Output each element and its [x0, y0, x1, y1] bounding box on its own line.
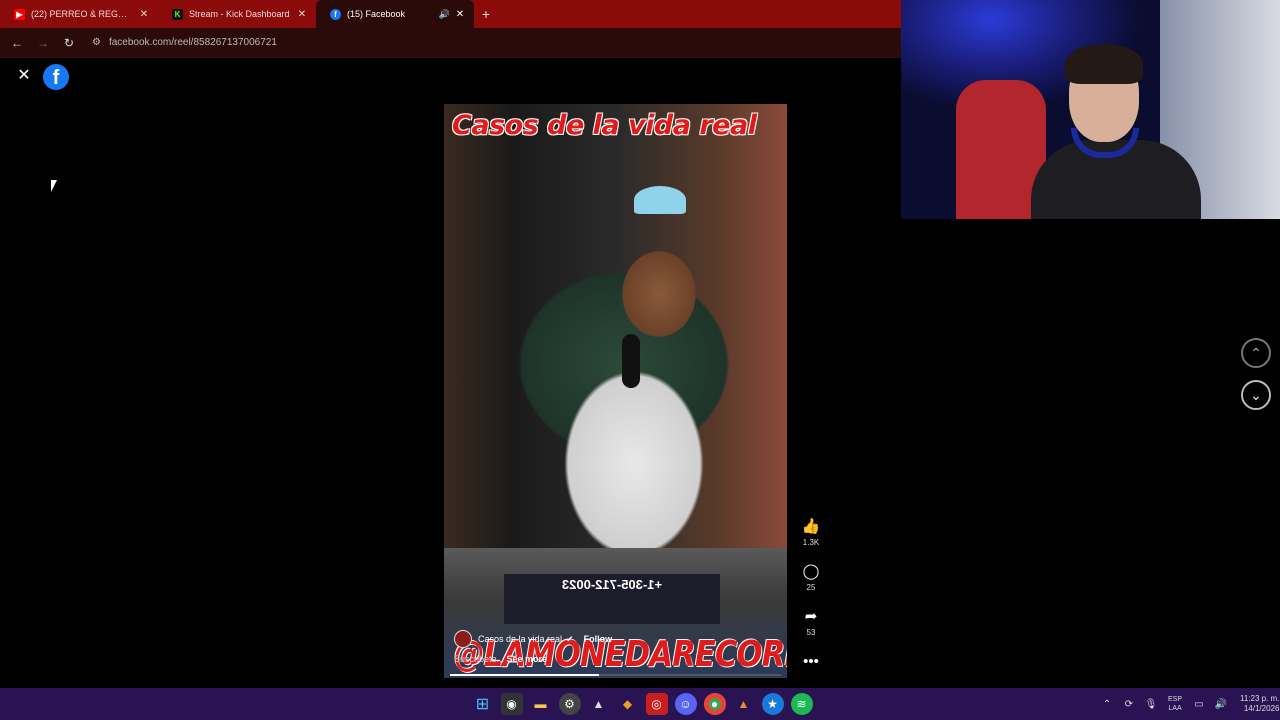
obs-icon[interactable]: ◉ [500, 693, 523, 715]
share-icon: ➦ [804, 608, 818, 625]
microphone-icon[interactable]: 🎙 [1142, 699, 1160, 710]
url-text: facebook.com/reel/858267137006721 [108, 37, 277, 48]
more-options-button[interactable]: ••• [796, 651, 826, 671]
taskbar: ⊞ ◉ ▬ ⚙ ▲ ◆ ◎ ☺ ● ▲ ★ ≋ ⌃ ⟳ 🎙 ESP LAA ▭ … [0, 688, 1280, 720]
speaker-icon[interactable]: 🔊 [439, 9, 450, 20]
person-hair-shape [1065, 44, 1143, 84]
follow-button[interactable]: Follow [584, 634, 613, 644]
url-field[interactable]: ⚙ facebook.com/reel/858267137006721 [92, 37, 277, 48]
comment-button[interactable]: ◯ 25 [796, 561, 826, 592]
comment-icon: ◯ [802, 563, 820, 580]
verified-icon: ✔ [566, 633, 574, 644]
volume-icon[interactable]: 🔊 [1212, 699, 1230, 710]
microphone-shape [622, 334, 640, 388]
clock-date: 14/1/2026 [1243, 704, 1280, 713]
facebook-reel-page: ✕ f Casos de la vida real +1-305-712-002… [0, 58, 901, 688]
new-tab-button[interactable]: + [474, 0, 498, 28]
sync-icon[interactable]: ⟳ [1120, 699, 1138, 710]
lang-code: ESP [1168, 696, 1183, 703]
windows-start-icon[interactable]: ⊞ [472, 693, 494, 715]
share-button[interactable]: ➦ 53 [796, 606, 826, 637]
file-explorer-icon[interactable]: ▬ [530, 693, 552, 715]
tab-title: (22) PERREO & REGGAETON O [31, 9, 134, 19]
taskbar-apps: ⊞ ◉ ▬ ⚙ ▲ ◆ ◎ ☺ ● ▲ ★ ≋ [468, 688, 816, 720]
youtube-icon: ▶ [14, 8, 25, 20]
caption-text: Suscribete... [454, 654, 505, 664]
video-overlay-title: Casos de la vida real [452, 110, 757, 141]
close-tab-icon[interactable]: ✕ [454, 9, 466, 20]
facebook-icon: f [330, 8, 341, 20]
webcam-feed [901, 0, 1280, 219]
like-count: 1.3K [802, 538, 820, 547]
back-button[interactable]: ← [6, 32, 28, 54]
reel-author[interactable]: Casos de la vida real ✔ Follow [454, 630, 612, 648]
see-more-link[interactable]: See more [507, 654, 548, 664]
display-icon[interactable]: ▭ [1190, 699, 1208, 710]
facebook-logo[interactable]: f [43, 64, 69, 90]
close-icon[interactable]: ✕ [16, 68, 32, 84]
progress-fill [450, 674, 599, 676]
tab-kick[interactable]: K Stream - Kick Dashboard ✕ [158, 0, 316, 28]
reel-caption: Suscribete... See more [454, 654, 547, 664]
language-indicator[interactable]: ESP LAA [1168, 695, 1182, 713]
previous-reel-button[interactable]: ⌃ [1241, 338, 1271, 368]
banner-phone: +1-305-712-0023 [504, 574, 720, 624]
address-bar: ← → ↻ ⚙ facebook.com/reel/85826713700672… [0, 28, 901, 58]
close-tab-icon[interactable]: ✕ [296, 9, 308, 20]
reel-video[interactable]: Casos de la vida real +1-305-712-0023 @L… [444, 104, 787, 678]
kick-icon: K [172, 8, 183, 20]
app-shield-icon[interactable]: ◆ [617, 693, 639, 715]
tab-youtube[interactable]: ▶ (22) PERREO & REGGAETON O ✕ [0, 0, 158, 28]
reel-actions: 👍 1.3K ◯ 25 ➦ 53 ••• [796, 516, 826, 685]
chevron-up-icon[interactable]: ⌃ [1098, 699, 1116, 710]
app-red-icon[interactable]: ◎ [645, 693, 668, 715]
site-info-icon[interactable]: ⚙ [92, 37, 101, 48]
app-triangle-icon[interactable]: ▲ [588, 693, 610, 715]
system-tray: ⌃ ⟳ 🎙 ESP LAA ▭ 🔊 11:23 p. m. 14/1/2026 [1096, 688, 1280, 720]
lang-layout: LAA [1168, 705, 1182, 712]
like-button[interactable]: 👍 1.3K [796, 516, 826, 547]
discord-icon[interactable]: ☺ [674, 693, 697, 715]
video-progress-bar[interactable] [450, 674, 781, 676]
share-count: 53 [806, 628, 816, 637]
steam-icon[interactable]: ⚙ [558, 693, 581, 715]
close-tab-icon[interactable]: ✕ [138, 9, 150, 20]
thumbs-up-icon: 👍 [801, 518, 821, 535]
next-reel-button[interactable]: ⌄ [1241, 380, 1271, 410]
tab-title: (15) Facebook [347, 9, 406, 19]
tab-facebook[interactable]: f (15) Facebook 🔊 ✕ [316, 0, 474, 28]
avatar[interactable] [454, 630, 472, 648]
tab-strip: ▶ (22) PERREO & REGGAETON O ✕ K Stream -… [0, 0, 901, 28]
forward-button[interactable]: → [32, 32, 54, 54]
comment-count: 25 [806, 583, 816, 592]
mouse-cursor-icon [51, 180, 57, 192]
video-banner: +1-305-712-0023 @LAMONEDARECORD Casos de… [444, 548, 787, 678]
cap-shape [634, 186, 686, 214]
author-name[interactable]: Casos de la vida real [478, 634, 562, 644]
spotify-icon[interactable]: ≋ [790, 693, 813, 715]
chrome-icon[interactable]: ● [703, 693, 726, 715]
vlc-icon[interactable]: ▲ [733, 693, 755, 715]
tab-title: Stream - Kick Dashboard [189, 9, 290, 19]
more-icon: ••• [803, 652, 819, 670]
video-frame [444, 104, 787, 548]
clock[interactable]: 11:23 p. m. 14/1/2026 [1240, 694, 1279, 714]
app-blue-icon[interactable]: ★ [761, 693, 784, 715]
clock-time: 11:23 p. m. [1240, 694, 1280, 703]
reload-button[interactable]: ↻ [58, 32, 80, 54]
reel-navigation: ⌃ ⌄ [1241, 338, 1271, 422]
